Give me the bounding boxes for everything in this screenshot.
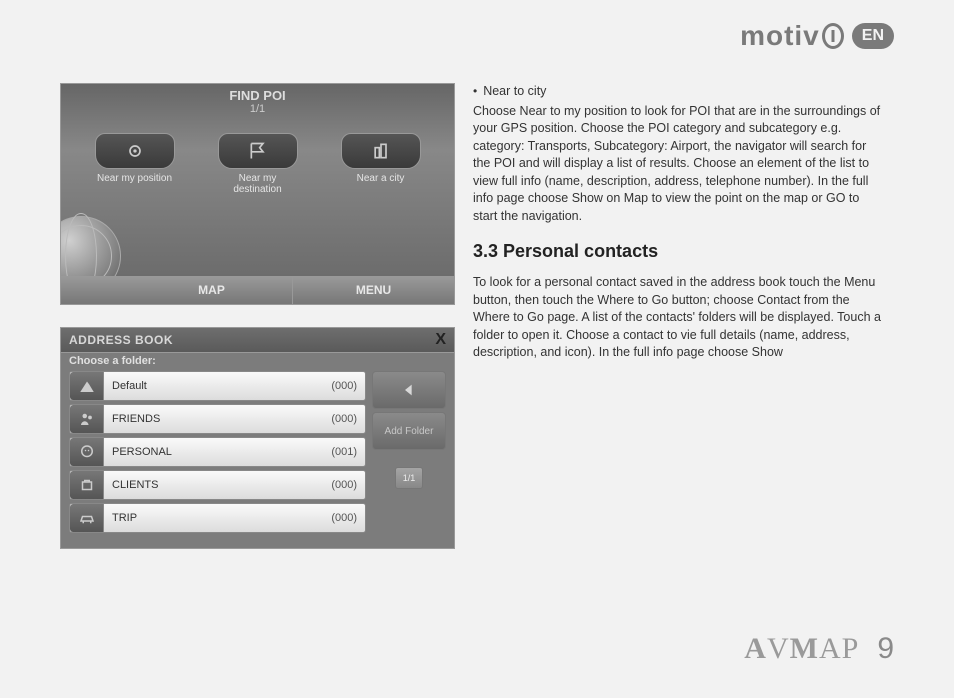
menu-button[interactable]: MENU [292, 276, 454, 304]
folder-count: (000) [331, 479, 365, 491]
poi-label: Near my destination [208, 173, 308, 195]
folder-count: (000) [331, 413, 365, 425]
body-text: • Near to city Choose Near to my positio… [473, 83, 883, 549]
poi-near-my-destination[interactable]: Near my destination [208, 133, 308, 195]
triangle-left-icon [401, 382, 417, 398]
page-indicator: 1/1 [61, 103, 454, 115]
folder-row-default[interactable]: Default (000) [69, 371, 366, 401]
folder-name: Default [104, 380, 331, 392]
folder-row-personal[interactable]: PERSONAL (001) [69, 437, 366, 467]
folder-icon [70, 438, 104, 466]
paragraph: To look for a personal contact saved in … [473, 274, 883, 362]
folder-icon [70, 504, 104, 532]
brand-text: motiv [740, 20, 820, 52]
page-number: 9 [877, 632, 894, 666]
screenshot-address-book: ADDRESS BOOK X Choose a folder: Default … [60, 327, 455, 549]
folder-name: TRIP [104, 512, 331, 524]
page-indicator-small: 1/1 [395, 467, 423, 489]
poi-label: Near my position [85, 173, 185, 184]
folder-count: (001) [331, 446, 365, 458]
page-header: motiv EN [740, 20, 894, 52]
folder-name: FRIENDS [104, 413, 331, 425]
folder-icon [70, 471, 104, 499]
folder-list: Default (000) FRIENDS (000) PERSONAL (00… [69, 371, 366, 533]
screen-subtitle: Choose a folder: [61, 353, 454, 371]
city-icon [371, 141, 391, 161]
poi-label: Near a city [331, 173, 431, 184]
folder-icon [70, 372, 104, 400]
folder-row-friends[interactable]: FRIENDS (000) [69, 404, 366, 434]
folder-row-clients[interactable]: CLIENTS (000) [69, 470, 366, 500]
screen-title: FIND POI [61, 84, 454, 103]
folder-name: PERSONAL [104, 446, 331, 458]
paragraph: Choose Near to my position to look for P… [473, 103, 883, 226]
poi-near-a-city[interactable]: Near a city [331, 133, 431, 195]
folder-count: (000) [331, 512, 365, 524]
poi-near-my-position[interactable]: Near my position [85, 133, 185, 195]
bullet-icon: • [473, 83, 477, 100]
close-icon[interactable]: X [435, 332, 446, 348]
section-heading: 3.3 Personal contacts [473, 239, 883, 264]
screen-title: ADDRESS BOOK [69, 333, 173, 347]
map-button[interactable]: MAP [131, 276, 292, 304]
bullet-text: Near to city [483, 83, 546, 101]
footer-brand: AVMAP [744, 632, 859, 666]
add-folder-button[interactable]: Add Folder [372, 412, 446, 450]
language-badge: EN [852, 23, 894, 49]
folder-icon [70, 405, 104, 433]
brand-logo: motiv [740, 20, 844, 52]
screenshot-find-poi: FIND POI 1/1 Near my position Near my de… [60, 83, 455, 305]
page-footer: AVMAP 9 [744, 632, 894, 666]
brand-o-icon [822, 23, 844, 49]
flag-icon [247, 141, 269, 161]
folder-count: (000) [331, 380, 365, 392]
folder-row-trip[interactable]: TRIP (000) [69, 503, 366, 533]
back-button[interactable] [372, 371, 446, 409]
position-icon [125, 141, 145, 161]
folder-name: CLIENTS [104, 479, 331, 491]
